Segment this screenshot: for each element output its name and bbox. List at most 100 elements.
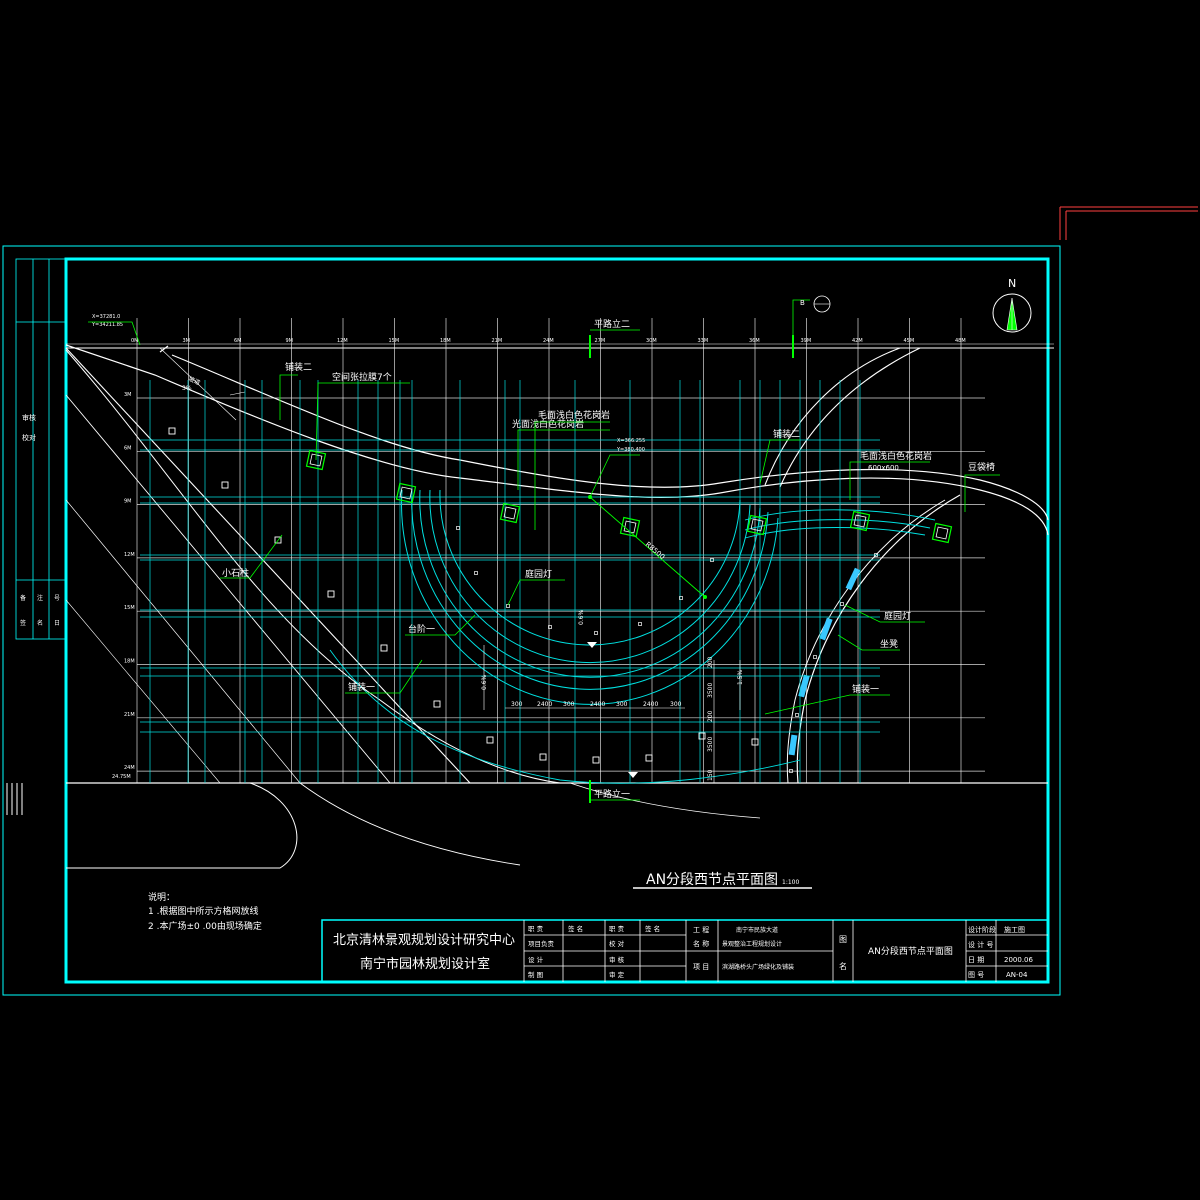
stone-post (433, 700, 441, 708)
tb-cell: 审 定 (609, 970, 625, 979)
no-label: 设 计 号 (968, 940, 993, 949)
stone-post (221, 481, 229, 489)
grid-top-label: 21M (492, 338, 503, 344)
project-label-a: 工 程 (693, 925, 709, 934)
tb-cell: 制 图 (528, 970, 543, 979)
garden-lamp (456, 526, 460, 530)
garden-lamp (474, 571, 478, 575)
grid-top-label: 0M (131, 338, 139, 344)
slope-b: 0.6% (481, 674, 488, 690)
grid-top-label: 3M (183, 338, 191, 344)
label-garden-lamp-left: 庭园灯 (525, 568, 552, 580)
garden-lamp (813, 655, 817, 659)
stone-post (380, 644, 388, 652)
item-name: 滨湖路桥头广场绿化及铺装 (722, 963, 794, 971)
label-pave1-left: 铺装一 (348, 681, 375, 693)
grid-top-label: 24M (543, 338, 554, 344)
label-left-small2: 3% (182, 385, 192, 392)
notes-heading: 说明： (148, 891, 175, 903)
strip-label-b: 校对 (22, 433, 36, 442)
grid-left-label: 6M (124, 445, 132, 451)
point-y: Y=380.400 (616, 447, 645, 453)
coordinate-grid (136, 318, 985, 783)
label-top-cross: B (800, 299, 805, 307)
grid-top-label: 27M (595, 338, 606, 344)
label-bench: 坐凳 (880, 639, 898, 650)
strip-d2: 日 (54, 620, 60, 627)
north-label: N (1008, 277, 1016, 290)
paving-grid (140, 380, 880, 783)
grid-top-label: 6M (234, 338, 242, 344)
grid-left-label: 18M (124, 659, 135, 665)
grid-top-label: 39M (801, 338, 812, 344)
title-text: AN分段西节点平面图 (646, 872, 778, 888)
grid-left-label: 3M (124, 392, 132, 398)
dim-right-label: 3500 (707, 683, 714, 698)
tent-marker (395, 482, 417, 504)
stone-post (592, 756, 600, 764)
project-name-1: 南宁市民族大道 (736, 926, 778, 934)
dim-right-label: 3500 (707, 737, 714, 752)
label-garden-lamp-right: 庭园灯 (884, 610, 911, 622)
point-x: X=366.255 (617, 438, 645, 444)
grid-top-label: 42M (852, 338, 863, 344)
garden-lamp (795, 713, 799, 717)
stone-post (539, 753, 547, 761)
stage-label: 设计阶段 (968, 925, 996, 934)
strip-c0: 备 (20, 594, 26, 602)
grid-top-label: 12M (337, 338, 348, 344)
tb-cell: 审 核 (609, 955, 625, 964)
tb-cell: 校 对 (609, 939, 625, 948)
drawing-title: AN分段西节点平面图 1:100 (633, 872, 812, 889)
dim-bottom-label: 300 (511, 701, 523, 708)
org-1: 北京清林景观规划设计研究中心 (333, 933, 515, 948)
label-pave2-top: 铺装二 (285, 361, 312, 373)
label-chair: 豆袋椅 (968, 461, 995, 473)
sheet-value: AN-04 (1006, 971, 1028, 979)
grid-left-label: 24M (124, 765, 135, 771)
stone-post (486, 736, 494, 744)
label-tent: 空间张拉膜7个 (332, 371, 392, 383)
dims-bottom: 300 2400 300 2400 300 2400 300 (505, 701, 685, 709)
label-section2: 平路立二 (594, 318, 630, 330)
slope-c: 1.5% (737, 669, 744, 685)
label-granite-rough: 毛面浅白色花岗岩 (538, 409, 610, 421)
tb-cell: 签 名 (645, 924, 660, 933)
garden-lamp (594, 631, 598, 635)
project-label-b: 名 称 (693, 939, 709, 948)
strip-d0: 签 (20, 619, 26, 627)
dim-bottom-label: 2400 (537, 701, 552, 708)
sheet-label: 图 号 (968, 971, 984, 979)
grid-top-label: 15M (389, 338, 400, 344)
stone-post (327, 590, 335, 598)
left-strip: 审核 校对 备 注 号 签 名 日 (6, 258, 67, 815)
stone-post (168, 427, 176, 435)
garden-lamp (840, 602, 844, 606)
stone-post (645, 754, 653, 762)
tb-cell: 职 责 (528, 924, 544, 933)
dims-right: 200 3500 200 3500 150 (707, 656, 715, 783)
grid-left-bottom: 24.75M (112, 774, 131, 780)
grid-top-label: 36M (749, 338, 760, 344)
tb-cell: 职 责 (609, 924, 625, 933)
title-scale: 1:100 (782, 879, 799, 886)
stage-value: 施工图 (1004, 925, 1025, 934)
drawing-canvas: 审核 校对 备 注 号 签 名 日 0M 3M 6M 9M 12M 15M 18M 21M 24… (2, 206, 1198, 996)
strip-c2: 号 (54, 595, 60, 602)
slope-a: 0.6% (578, 609, 585, 625)
tb-cell: 设 计 (528, 955, 544, 964)
corner-mark (1059, 206, 1198, 240)
tent-marker (499, 502, 521, 524)
grid-top-label: 45M (904, 338, 915, 344)
grid-top-label: 30M (646, 338, 657, 344)
dim-bottom-label: 2400 (643, 701, 658, 708)
dim-right-label: 200 (707, 710, 714, 722)
label-granite-rough-right: 毛面浅白色花岗岩 (860, 450, 932, 462)
north-arrow: N (992, 277, 1032, 333)
note-1: 1 .根据图中所示方格网放线 (148, 905, 258, 917)
coord-x: X=37281.0 (92, 314, 120, 320)
date-label: 日 期 (968, 956, 984, 964)
item-label: 项 目 (693, 963, 709, 971)
project-name-2: 景观整治工程规划设计 (722, 940, 782, 948)
garden-lamp (638, 622, 642, 626)
